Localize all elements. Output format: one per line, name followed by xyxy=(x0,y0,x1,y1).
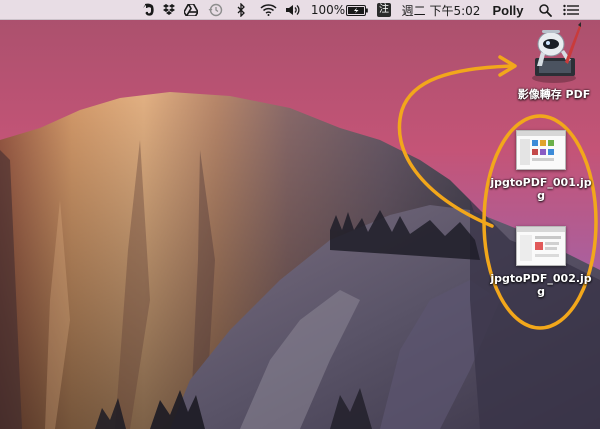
time-machine-icon[interactable] xyxy=(206,0,224,20)
desktop[interactable]: 影像轉存 PDF jpgtoPDF_001.jp g jpgtoPDF_002.… xyxy=(0,0,600,429)
desktop-wallpaper xyxy=(0,0,600,429)
desktop-item-jpgtopdf-002[interactable]: jpgtoPDF_002.jp g xyxy=(490,226,592,298)
image-thumbnail-icon xyxy=(516,226,566,266)
bluetooth-icon[interactable] xyxy=(234,0,248,20)
menu-bar: 100% 注 週二 下午5:02 Polly xyxy=(0,0,600,20)
desktop-item-image-to-pdf-app[interactable]: 影像轉存 PDF xyxy=(514,22,594,101)
notification-center-icon[interactable] xyxy=(561,0,581,20)
desktop-item-label-line2: g xyxy=(537,285,545,298)
desktop-item-jpgtopdf-001[interactable]: jpgtoPDF_001.jp g xyxy=(490,130,592,202)
desktop-item-label: jpgtoPDF_002.jp g xyxy=(490,272,591,298)
desktop-item-label-line1: jpgtoPDF_001.jp xyxy=(490,176,592,189)
desktop-item-label: 影像轉存 PDF xyxy=(517,88,591,101)
menubar-clock[interactable]: 週二 下午5:02 xyxy=(402,0,481,20)
google-drive-icon[interactable] xyxy=(182,0,200,20)
input-method-badge: 注 xyxy=(377,3,391,17)
battery-icon[interactable] xyxy=(344,0,370,20)
menubar-user-name[interactable]: Polly xyxy=(489,0,527,20)
battery-percent[interactable]: 100% xyxy=(310,0,346,20)
volume-icon[interactable] xyxy=(284,0,302,20)
evernote-icon[interactable] xyxy=(140,0,156,20)
desktop-item-label: jpgtoPDF_001.jp g xyxy=(490,176,591,202)
input-method-icon[interactable]: 注 xyxy=(376,0,392,20)
image-thumbnail-icon xyxy=(516,130,566,170)
automator-robot-icon xyxy=(532,22,581,83)
desktop-item-label-line1: jpgtoPDF_002.jp xyxy=(490,272,592,285)
wifi-icon[interactable] xyxy=(258,0,278,20)
desktop-item-label-line2: g xyxy=(537,189,545,202)
dropbox-icon[interactable] xyxy=(160,0,178,20)
spotlight-icon[interactable] xyxy=(536,0,554,20)
